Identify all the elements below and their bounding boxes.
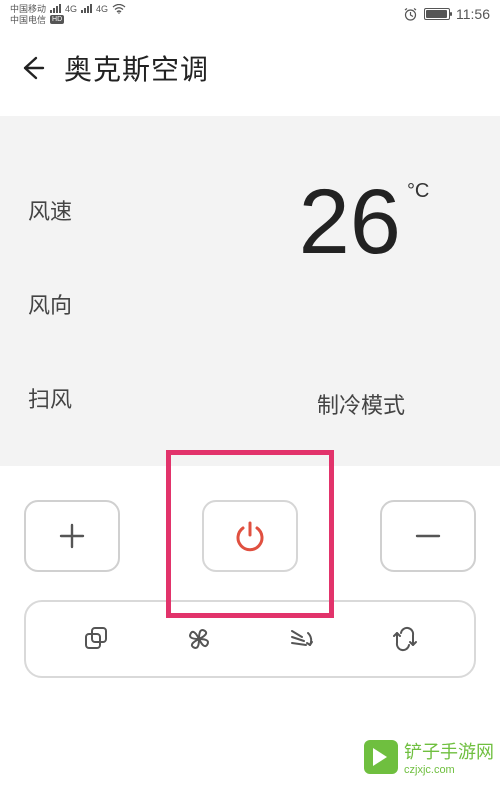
temperature-unit: °C: [407, 180, 429, 203]
signal-2-icon: [81, 4, 92, 13]
power-icon: [232, 518, 268, 554]
temp-up-button[interactable]: [24, 500, 120, 572]
temperature-display: 26 °C: [299, 176, 424, 268]
cycle-icon: [389, 623, 421, 655]
mode-toolbar: [24, 600, 476, 678]
watermark-logo-icon: [364, 740, 398, 774]
clock: 11:56: [456, 6, 490, 22]
watermark-url: czjxjc.com: [404, 764, 494, 776]
power-button[interactable]: [202, 500, 298, 572]
battery-icon: [424, 8, 450, 20]
copy-mode-button[interactable]: [74, 617, 118, 661]
carrier-2: 中国电信: [10, 15, 46, 25]
wind-speed-button[interactable]: 风速: [28, 194, 250, 226]
page-title: 奥克斯空调: [64, 48, 209, 88]
cycle-mode-button[interactable]: [383, 617, 427, 661]
swing-icon: [286, 623, 318, 655]
swing-mode-button[interactable]: [280, 617, 324, 661]
wifi-icon: [112, 4, 126, 14]
minus-icon: [411, 519, 445, 553]
net-type-1: 4G: [65, 4, 77, 14]
status-bar: 中国移动 4G 4G 中国电信 HD 11:56: [0, 0, 500, 28]
fan-icon: [183, 623, 215, 655]
mode-label: 制冷模式: [317, 388, 405, 420]
carrier-1: 中国移动: [10, 4, 46, 14]
fan-mode-button[interactable]: [177, 617, 221, 661]
back-arrow-icon: [19, 55, 45, 81]
back-button[interactable]: [18, 54, 46, 82]
hd-badge: HD: [50, 15, 64, 24]
app-header: 奥克斯空调: [0, 28, 500, 116]
ac-display-panel: 风速 风向 扫风 26 °C 制冷模式: [0, 116, 500, 466]
status-right: 11:56: [403, 6, 490, 22]
wind-direction-button[interactable]: 风向: [28, 288, 250, 320]
status-carriers: 中国移动 4G 4G 中国电信 HD: [10, 4, 126, 25]
copy-icon: [81, 624, 111, 654]
net-type-2: 4G: [96, 4, 108, 14]
watermark: 铲子手游网 czjxjc.com: [364, 738, 494, 776]
temperature-value: 26: [299, 176, 401, 268]
temp-down-button[interactable]: [380, 500, 476, 572]
watermark-brand: 铲子手游网: [404, 738, 494, 764]
alarm-icon: [403, 7, 418, 22]
plus-icon: [55, 519, 89, 553]
sweep-button[interactable]: 扫风: [28, 382, 250, 414]
signal-1-icon: [50, 4, 61, 13]
controls-area: [0, 466, 500, 686]
